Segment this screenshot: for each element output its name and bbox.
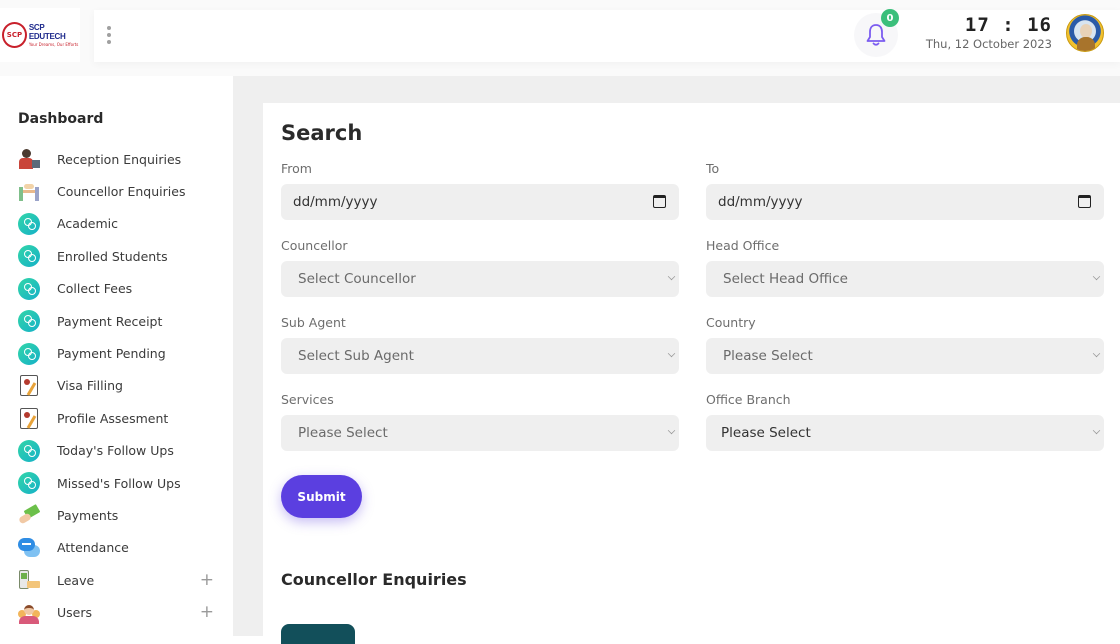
office-branch-label: Office Branch [706, 392, 791, 407]
services-select[interactable]: Please Select [281, 415, 679, 451]
country-field: Country Please Select [706, 315, 1104, 374]
chevron-down-icon [667, 349, 676, 358]
sidebar-item-leave[interactable]: Leave + [0, 564, 233, 596]
sub-agent-select[interactable]: Select Sub Agent [281, 338, 679, 374]
sub-agent-field: Sub Agent Select Sub Agent [281, 315, 679, 374]
link-circle-icon [18, 310, 40, 333]
link-circle-icon [18, 212, 40, 235]
sidebar-item-misseds-follow-ups[interactable]: Missed's Follow Ups [0, 467, 233, 499]
sidebar-item-councellor-enquiries[interactable]: Councellor Enquiries [0, 175, 233, 207]
sidebar-item-users[interactable]: Users + [0, 596, 233, 628]
current-date: Thu, 12 October 2023 [925, 37, 1052, 51]
chevron-down-icon [667, 426, 676, 435]
sidebar-item-enrolled-students[interactable]: Enrolled Students [0, 240, 233, 272]
link-circle-icon [18, 277, 40, 300]
councellor-enquiries-action-button[interactable] [281, 624, 355, 644]
notification-count-badge: 0 [881, 9, 899, 27]
councellor-label: Councellor [281, 238, 348, 253]
money-hand-icon [18, 504, 41, 526]
office-branch-select[interactable]: Please Select [706, 415, 1104, 451]
to-date-input[interactable]: dd/mm/yyyy [706, 184, 1104, 220]
chevron-down-icon [667, 272, 676, 281]
sidebar-item-reception-enquiries[interactable]: Reception Enquiries [0, 143, 233, 175]
chevron-down-icon [1092, 349, 1101, 358]
sidebar-item-academic[interactable]: Academic [0, 208, 233, 240]
sidebar-item-collect-fees[interactable]: Collect Fees [0, 273, 233, 305]
sidebar-item-todays-follow-ups[interactable]: Today's Follow Ups [0, 435, 233, 467]
document-pen-icon [18, 407, 40, 429]
sidebar-item-payments[interactable]: Payments [0, 499, 233, 531]
current-time: 17 : 16 [964, 14, 1052, 36]
from-label: From [281, 161, 312, 176]
clock: 17 : 16 Thu, 12 October 2023 [926, 14, 1052, 51]
reception-icon [18, 148, 40, 170]
services-label: Services [281, 392, 334, 407]
sidebar-menu: Reception Enquiries Councellor Enquiries… [0, 143, 233, 629]
link-circle-icon [18, 439, 40, 462]
country-select[interactable]: Please Select [706, 338, 1104, 374]
link-circle-icon [18, 245, 40, 268]
submit-button[interactable]: Submit [281, 475, 362, 518]
meeting-icon [18, 181, 40, 203]
to-date-field: To dd/mm/yyyy [706, 161, 1104, 220]
councellor-enquiries-heading: Councellor Enquiries [281, 570, 467, 589]
link-circle-icon [18, 342, 40, 365]
sidebar-item-payment-receipt[interactable]: Payment Receipt [0, 305, 233, 337]
councellor-field: Councellor Select Councellor [281, 238, 679, 297]
search-card: Search From dd/mm/yyyy To dd/mm/yyyy Cou… [263, 103, 1120, 644]
user-avatar[interactable] [1066, 14, 1104, 52]
expand-plus-icon[interactable]: + [200, 604, 214, 621]
users-icon [18, 602, 40, 624]
search-title: Search [281, 121, 363, 145]
head-office-field: Head Office Select Head Office [706, 238, 1104, 297]
sidebar-item-profile-assesment[interactable]: Profile Assesment [0, 402, 233, 434]
chevron-down-icon [1092, 272, 1101, 281]
brand-name: SCP EDUTECH [28, 23, 66, 41]
logo-mark-icon: SCP [2, 22, 27, 48]
header: SCP SCP EDUTECH Your Dreams, Our Efforts… [0, 0, 1120, 76]
link-circle-icon [18, 472, 40, 495]
brand-tagline: Your Dreams, Our Efforts [28, 42, 79, 47]
top-bar: 0 17 : 16 Thu, 12 October 2023 [94, 9, 1120, 62]
bell-icon [866, 24, 886, 46]
services-field: Services Please Select [281, 392, 679, 451]
document-pen-icon [18, 375, 40, 397]
councellor-select[interactable]: Select Councellor [281, 261, 679, 297]
to-label: To [706, 161, 720, 176]
head-office-label: Head Office [706, 238, 780, 253]
calendar-icon[interactable] [1078, 195, 1091, 208]
brand-logo[interactable]: SCP SCP EDUTECH Your Dreams, Our Efforts [0, 8, 80, 62]
country-label: Country [706, 315, 756, 330]
chat-bubbles-icon [18, 537, 40, 559]
menu-toggle-kebab-icon[interactable] [106, 26, 112, 44]
chevron-down-icon [1092, 426, 1101, 435]
sidebar: Dashboard Reception Enquiries Councellor… [0, 76, 233, 636]
from-date-field: From dd/mm/yyyy [281, 161, 679, 220]
sidebar-item-attendance[interactable]: Attendance [0, 532, 233, 564]
head-office-select[interactable]: Select Head Office [706, 261, 1104, 297]
sidebar-heading-dashboard[interactable]: Dashboard [18, 111, 103, 127]
from-date-input[interactable]: dd/mm/yyyy [281, 184, 679, 220]
calendar-icon[interactable] [653, 195, 666, 208]
sidebar-item-visa-filling[interactable]: Visa Filling [0, 370, 233, 402]
office-branch-field: Office Branch Please Select [706, 392, 1104, 451]
expand-plus-icon[interactable]: + [200, 572, 214, 589]
sub-agent-label: Sub Agent [281, 315, 346, 330]
sidebar-item-payment-pending[interactable]: Payment Pending [0, 337, 233, 369]
leave-icon [18, 569, 40, 591]
